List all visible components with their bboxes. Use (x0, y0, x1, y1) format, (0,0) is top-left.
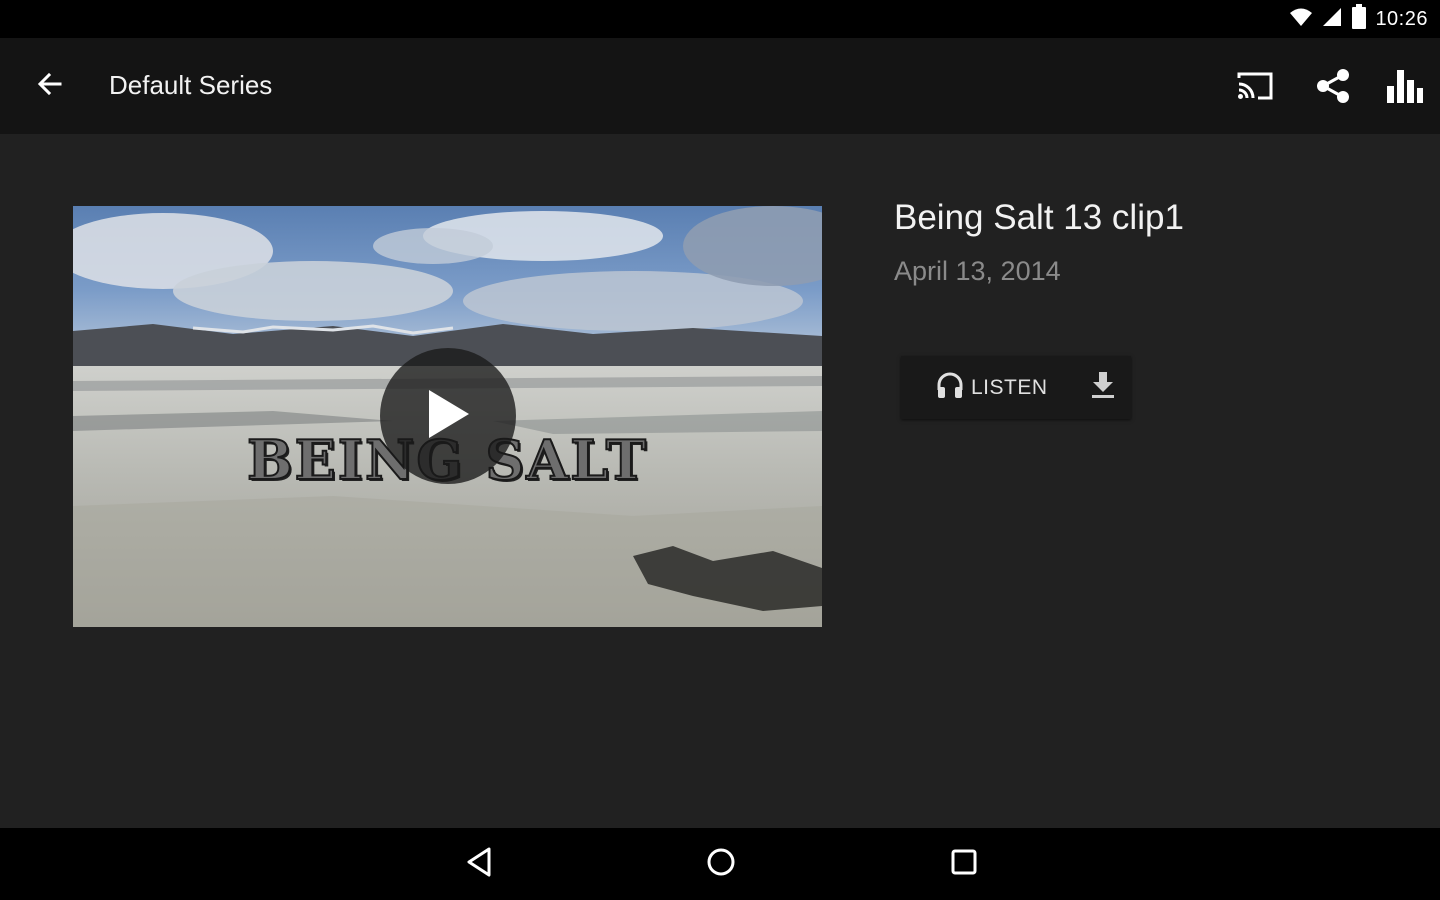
cast-icon (1236, 70, 1274, 107)
headphones-icon (935, 370, 965, 405)
status-time: 10:26 (1375, 7, 1428, 30)
arrow-back-icon (36, 70, 64, 103)
nav-home-button[interactable] (691, 842, 751, 886)
download-icon (1089, 370, 1117, 405)
nav-home-icon (705, 846, 737, 883)
cast-button[interactable] (1229, 62, 1281, 114)
episode-detail: BEING SALT Being Salt 13 clip1 April 13,… (0, 134, 1440, 828)
listen-label: LISTEN (971, 375, 1048, 399)
nav-back-button[interactable] (449, 842, 509, 886)
app-bar: Default Series (0, 38, 1440, 134)
status-bar: 10:26 (0, 0, 1440, 38)
nav-recents-icon (949, 847, 979, 882)
share-button[interactable] (1307, 62, 1359, 114)
play-button[interactable] (380, 348, 516, 484)
battery-icon (1351, 3, 1367, 35)
episode-date: April 13, 2014 (894, 256, 1061, 286)
share-icon (1314, 67, 1352, 110)
video-thumbnail[interactable]: BEING SALT (73, 206, 822, 627)
play-icon (423, 386, 473, 447)
signal-icon (1321, 6, 1343, 33)
wifi-icon (1289, 6, 1313, 33)
listen-button[interactable]: LISTEN (901, 356, 1075, 419)
navigation-bar (0, 828, 1440, 900)
page-title: Default Series (109, 70, 273, 100)
episode-title: Being Salt 13 clip1 (894, 198, 1184, 237)
listen-controls: LISTEN (901, 356, 1131, 419)
back-button[interactable] (22, 64, 78, 108)
download-button[interactable] (1075, 356, 1131, 419)
stats-icon (1386, 68, 1424, 109)
nav-recents-button[interactable] (934, 842, 994, 886)
nav-back-icon (464, 846, 494, 883)
status-indicators: 10:26 (1289, 0, 1428, 38)
stats-button[interactable] (1379, 62, 1431, 114)
